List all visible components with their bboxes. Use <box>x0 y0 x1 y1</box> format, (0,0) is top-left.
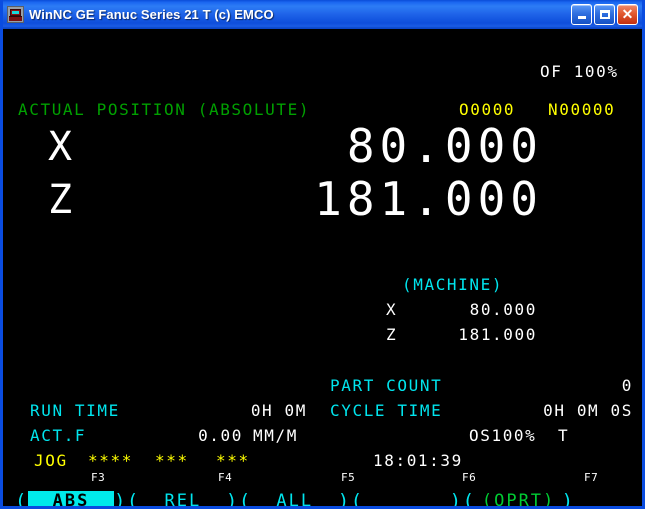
softkey-abs[interactable]: ( ABS ) <box>15 490 127 506</box>
run-time-label: RUN TIME <box>30 401 120 420</box>
abs-axis-z-value: 181.000 <box>314 172 543 226</box>
machine-axis-z-label: Z <box>386 325 398 344</box>
machine-section-title: (MACHINE) <box>402 275 504 294</box>
sequence-number: N00000 <box>548 100 616 119</box>
softkey-paren-close: ) <box>225 490 239 506</box>
softkey-rel-label: REL <box>164 491 202 506</box>
fkey-label-f6: F6 <box>462 471 477 484</box>
cycle-time-value: 0H 0M 0S <box>543 401 633 420</box>
softkey-empty[interactable]: ( ) <box>351 490 463 506</box>
softkey-paren-close: ) <box>449 490 463 506</box>
close-icon: ✕ <box>621 5 634 22</box>
machine-icon <box>7 5 24 23</box>
fkey-label-f3: F3 <box>91 471 106 484</box>
softkey-all-label: ALL <box>276 491 314 506</box>
softkey-paren-open: ( <box>15 490 28 506</box>
maximize-icon <box>599 9 610 19</box>
softkey-bar: ( ABS ) ( REL ) ( ALL ) ( ) ( (OPRT)) <box>3 484 642 506</box>
softkey-paren-close: ) <box>561 490 575 506</box>
close-button[interactable]: ✕ <box>617 3 638 25</box>
alarm-status-2: *** <box>155 451 189 470</box>
application-window: WinNC GE Fanuc Series 21 T (c) EMCO ✕ OF… <box>0 0 645 509</box>
actual-feed-label: ACT.F <box>30 426 87 445</box>
abs-axis-z-label: Z <box>48 177 75 223</box>
page-title: ACTUAL POSITION (ABSOLUTE) <box>18 100 311 119</box>
softkey-oprt[interactable]: ( (OPRT) ) <box>463 490 575 506</box>
minimize-button[interactable] <box>571 3 592 25</box>
softkey-paren-open: ( <box>126 490 140 506</box>
maximize-button[interactable] <box>594 3 615 25</box>
fkey-label-f4: F4 <box>218 471 233 484</box>
spindle-override-value: OS100% <box>469 426 537 445</box>
fkey-label-f5: F5 <box>341 471 356 484</box>
part-count-label: PART COUNT <box>330 376 443 395</box>
program-number: O0000 <box>459 100 516 119</box>
title-bar[interactable]: WinNC GE Fanuc Series 21 T (c) EMCO ✕ <box>3 0 642 29</box>
feed-override-status: OF 100% <box>540 62 619 81</box>
cnc-display: OF 100% O0000 N00000 ACTUAL POSITION (AB… <box>3 29 642 506</box>
clock-time: 18:01:39 <box>373 451 463 470</box>
run-time-value: 0H 0M <box>250 401 307 420</box>
fkey-label-f7: F7 <box>584 471 599 484</box>
softkey-paren-open: ( <box>462 490 476 506</box>
softkey-paren-open: ( <box>238 490 252 506</box>
abs-axis-x-label: X <box>48 124 75 170</box>
softkey-oprt-label: (OPRT) <box>481 491 556 506</box>
part-count-value: 0 <box>621 376 633 395</box>
actual-feed-unit: MM/M <box>253 426 298 445</box>
softkey-abs-label: ABS <box>27 491 114 506</box>
window-controls: ✕ <box>571 3 640 25</box>
tool-indicator: T <box>558 426 570 445</box>
operating-mode: JOG <box>34 451 68 470</box>
alarm-status-1: **** <box>88 451 133 470</box>
softkey-paren-close: ) <box>337 490 351 506</box>
abs-axis-x-value: 80.000 <box>346 119 543 173</box>
minimize-icon <box>577 16 586 19</box>
softkey-paren-open: ( <box>350 490 364 506</box>
window-title: WinNC GE Fanuc Series 21 T (c) EMCO <box>29 6 274 22</box>
alarm-status-3: *** <box>216 451 250 470</box>
machine-axis-z-value: 181.000 <box>458 325 537 344</box>
softkey-rel[interactable]: ( REL ) <box>127 490 239 506</box>
actual-feed-value: 0.00 <box>198 426 243 445</box>
softkey-all[interactable]: ( ALL ) <box>239 490 351 506</box>
machine-axis-x-label: X <box>386 300 398 319</box>
cycle-time-label: CYCLE TIME <box>330 401 443 420</box>
machine-axis-x-value: 80.000 <box>469 300 537 319</box>
softkey-paren-close: ) <box>113 490 127 506</box>
